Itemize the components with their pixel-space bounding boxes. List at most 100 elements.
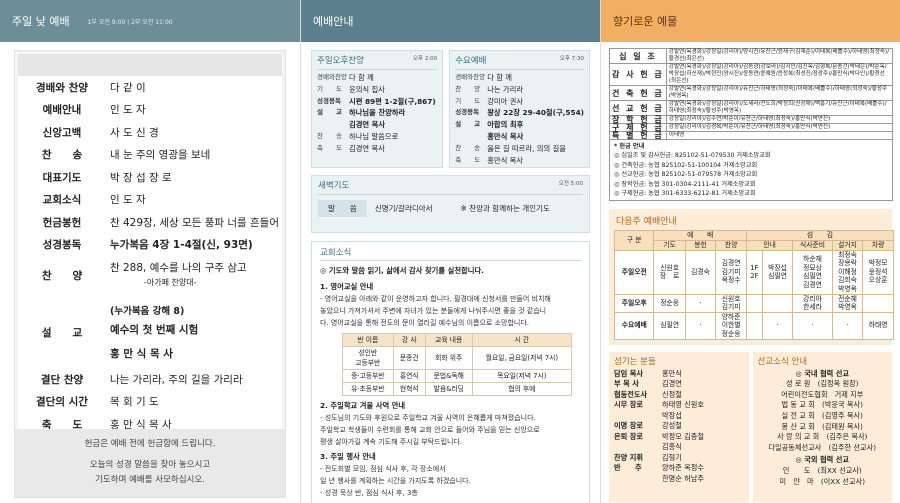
order-label: 대표기도 — [42, 171, 82, 184]
usher-cell: · — [831, 311, 864, 340]
table-cell: 현혁석 — [392, 382, 426, 396]
wednesday-time: 오후 7:30 — [559, 56, 584, 62]
news-line: - 전도회별 모임, 점심 식사 후, 각 장소에서 — [320, 465, 446, 473]
service-value: 다 함 께 — [487, 73, 512, 82]
table-header-cell: 강 사 — [392, 333, 426, 347]
usher-cell — [862, 293, 894, 313]
service-value: 홍만식 목사 — [487, 131, 524, 141]
table-cell: 목요일(저녁 7시) — [471, 369, 573, 383]
news-line: - 성도님의 기도와 후원으로 주일학교 겨울 사역이 은혜롭게 마쳐졌습니다. — [320, 414, 536, 422]
usher-cell: 수요예배 — [613, 311, 655, 340]
offering-type: 특 별 헌 금 — [609, 131, 667, 140]
news-title: 교회소식 — [320, 246, 581, 261]
table-header-cell: 시 간 — [471, 333, 573, 347]
service-row: 경배와찬양 다 함 께 — [455, 72, 584, 84]
next-week-table: 구 분예 배섬 김 기도 봉헌 찬양 안내 식사준비 설거지 차량 주일오전 신원호 장 로 김경숙 김… — [613, 230, 895, 340]
foreign-mission: 인 도 (최XX 선교사) — [782, 465, 862, 475]
guide-header: 예배안내 — [301, 0, 600, 42]
usher-header-cell: 기도 — [653, 240, 686, 251]
servant-row: 은퇴 장로 박정모 김종철 김흥식 — [614, 432, 744, 453]
footer-line: 기도하며 예배를 사모하십시오. — [95, 475, 205, 485]
account-line: ◎ 선교헌금: 농협 825102-51-079578 거제소망교회 — [614, 171, 758, 179]
worship-header: 주일 낮 예배 1부 오전 9:00 | 2부 오전 11:00 — [0, 0, 300, 42]
domestic-mission: 법 동 교 회 (박윤국 목사) — [781, 400, 863, 410]
usher-header-cell: 섬 김 — [745, 230, 895, 242]
sermon-preacher: 홍 만 식 목 사 — [110, 348, 173, 360]
usher-cell: 양하준 이한별 정순웅 — [715, 311, 747, 340]
usher-cell — [761, 293, 794, 313]
order-top-bar — [18, 54, 282, 76]
order-label: 결단의 시간 — [36, 396, 88, 409]
service-row: 경배와찬양 다 함 께 — [317, 72, 437, 84]
order-label: 경배와 찬양 — [36, 81, 88, 94]
service-value: 다 함 께 — [349, 73, 374, 82]
table-cell: 문법&독해 — [424, 369, 473, 383]
usher-cell: 신원호 김기미 — [715, 293, 747, 313]
domestic-mission: 성 로 원 (김정옥 원장) — [785, 379, 859, 389]
table-cell: 중·고등부반 — [342, 369, 394, 383]
servant-names: 김형기 — [662, 452, 682, 462]
order-list: 경배와 찬양 다 같 이 예배안내 인 도 자 신앙고백 사 도 신 경찬 송내 눈 주의… — [18, 76, 282, 436]
english-class-table: 반 이름 강 사 교육 내용 시 간 성인반 고등부반 문종건 회화 위주 월요일, 금요일(저… — [342, 333, 573, 396]
guide-title: 예배안내 — [313, 15, 354, 28]
dawn-note: ※ 찬양과 함께하는 개인기도 — [460, 204, 550, 213]
order-row: 찬 송 내 눈 주의 영광을 보네 — [18, 144, 282, 167]
table-cell: 홍연식 — [392, 369, 426, 383]
order-row: 대표기도 박 장 섭 장 로 — [18, 166, 282, 189]
usher-cell: · — [761, 311, 794, 340]
servant-names: 신정철 — [662, 389, 682, 399]
table-header-row: 반 이름 강 사 교육 내용 시 간 — [342, 333, 573, 347]
offering-row: 감 사 헌 금 강발연(옥경화)/강창일(강리아)/김동광(강보라)/김지인/김진… — [609, 63, 894, 86]
usher-header-cell: 차량 — [862, 240, 894, 251]
news-line: 일 년 행사를 계획하는 시간을 가지도록 하겠습니다. — [320, 477, 471, 485]
usher-header-cell: 식사준비 — [792, 240, 833, 251]
dawn-scripture: 신명기/갈라디아서 — [374, 204, 433, 213]
offering-names: 이태영 — [665, 131, 894, 140]
usher-cell — [745, 311, 763, 340]
order-value: 목 회 기 도 — [110, 396, 159, 409]
offering-table: 십 일 조 강발연(옥경화)/강창일(강리아)/양시진/유찬근/윤재구(김재순)/… — [609, 48, 894, 140]
account-title: * 헌금 안내 — [614, 143, 645, 150]
service-value: 김경연 목사 — [349, 120, 386, 130]
domestic-mission: 사 랑 의 교 회 (김주은 목사) — [777, 432, 868, 442]
servant-names: 하태영 신원호 박장섭 — [662, 400, 704, 420]
domestic-missions-title: ◎ 국내 협력 선교 — [795, 368, 849, 378]
offering-names: 강창일(강리아)/김수연/박순이/유찬근/하태영(최정숙)/홍만식(박연진) — [665, 115, 894, 124]
servant-row: 협동전도사 신정철 — [614, 390, 744, 401]
next-week-title: 다음주 예배안내 — [616, 217, 677, 228]
order-row-praise: 찬 양 찬 288, 예수를 나의 구주 삼고 -아가페 찬양대- — [18, 256, 282, 296]
servant-row: 반 주 양하준 옥정수 한명순 허남주 — [614, 463, 744, 484]
domestic-mission: 봉 산 교 회 (김태원 목사) — [781, 421, 863, 431]
offering-names: 강발연(옥경화)/강창일(강리아)/김동광(강보라)/김지인/김진옥/김형복/문… — [665, 63, 894, 86]
service-label: 축 도 — [317, 143, 342, 152]
order-row-sermon: 설 교 (누가복음 강해 8) 예수의 첫 번째 시험 홍 만 식 목 사 — [18, 296, 282, 368]
service-row: 축 도 김경연 목사 — [317, 143, 437, 155]
service-row: 찬 송 옳은 길 따르라, 의의 길을 — [455, 143, 584, 155]
usher-header-cell: 찬양 — [715, 240, 747, 251]
account-info: * 헌금 안내 ◎ 십일조 및 감사헌금: 825102-51-079530 거… — [609, 140, 893, 202]
usher-row: 주일오후 정순웅 · 신원호 김기미 강리아 한세라 전순혜 박영옥 — [613, 293, 894, 313]
account-line: ◎ 장학헌금: 농협 301-0304-2111-41 거제소망교회 — [614, 180, 756, 188]
service-row: 찬 송 하나님 말씀으로 — [317, 131, 437, 143]
next-week-service-box: 다음주 예배안내 구 분예 배섬 김 기도 봉헌 찬양 안내 식사준비 설거지 차량 주일오전 신… — [609, 209, 895, 345]
table-cell: 발음&리딩 — [424, 382, 473, 396]
usher-cell: 박정모 윤정석 오상훈 — [862, 249, 894, 295]
service-row: 설 교 아합의 최후 — [455, 119, 584, 131]
servant-role: 부 목 사 — [614, 379, 639, 389]
offering-row: 십 일 조 강발연(옥경화)/강창일(강리아)/양시진/유찬근/윤재구(김재순)/… — [609, 48, 894, 64]
usher-header-row: 기도 봉헌 찬양 안내 식사준비 설거지 차량 — [615, 240, 894, 251]
footer-line: 오늘의 성경 말씀을 찾아 놓으시고 — [89, 460, 211, 470]
usher-cell: · — [792, 311, 833, 340]
service-value: 강미아 권사 — [487, 96, 524, 106]
praise-choir: -아가페 찬양대- — [144, 278, 197, 287]
service-row: 축 도 홍만식 목사 — [455, 155, 584, 167]
service-label: 찬 송 — [317, 131, 342, 140]
dawn-key: 말 씀 — [318, 200, 367, 217]
service-label: 설 교 — [455, 120, 481, 129]
news-item-title: 1. 영어교실 안내 — [320, 282, 374, 291]
servant-names: 홍만식 — [662, 368, 682, 378]
servant-names: 강성철 — [662, 421, 682, 431]
service-value: 왕상 22장 29-40절(구,554) — [487, 108, 584, 118]
order-label: 예배안내 — [42, 104, 82, 117]
offering-type: 감 사 헌 금 — [609, 63, 667, 86]
